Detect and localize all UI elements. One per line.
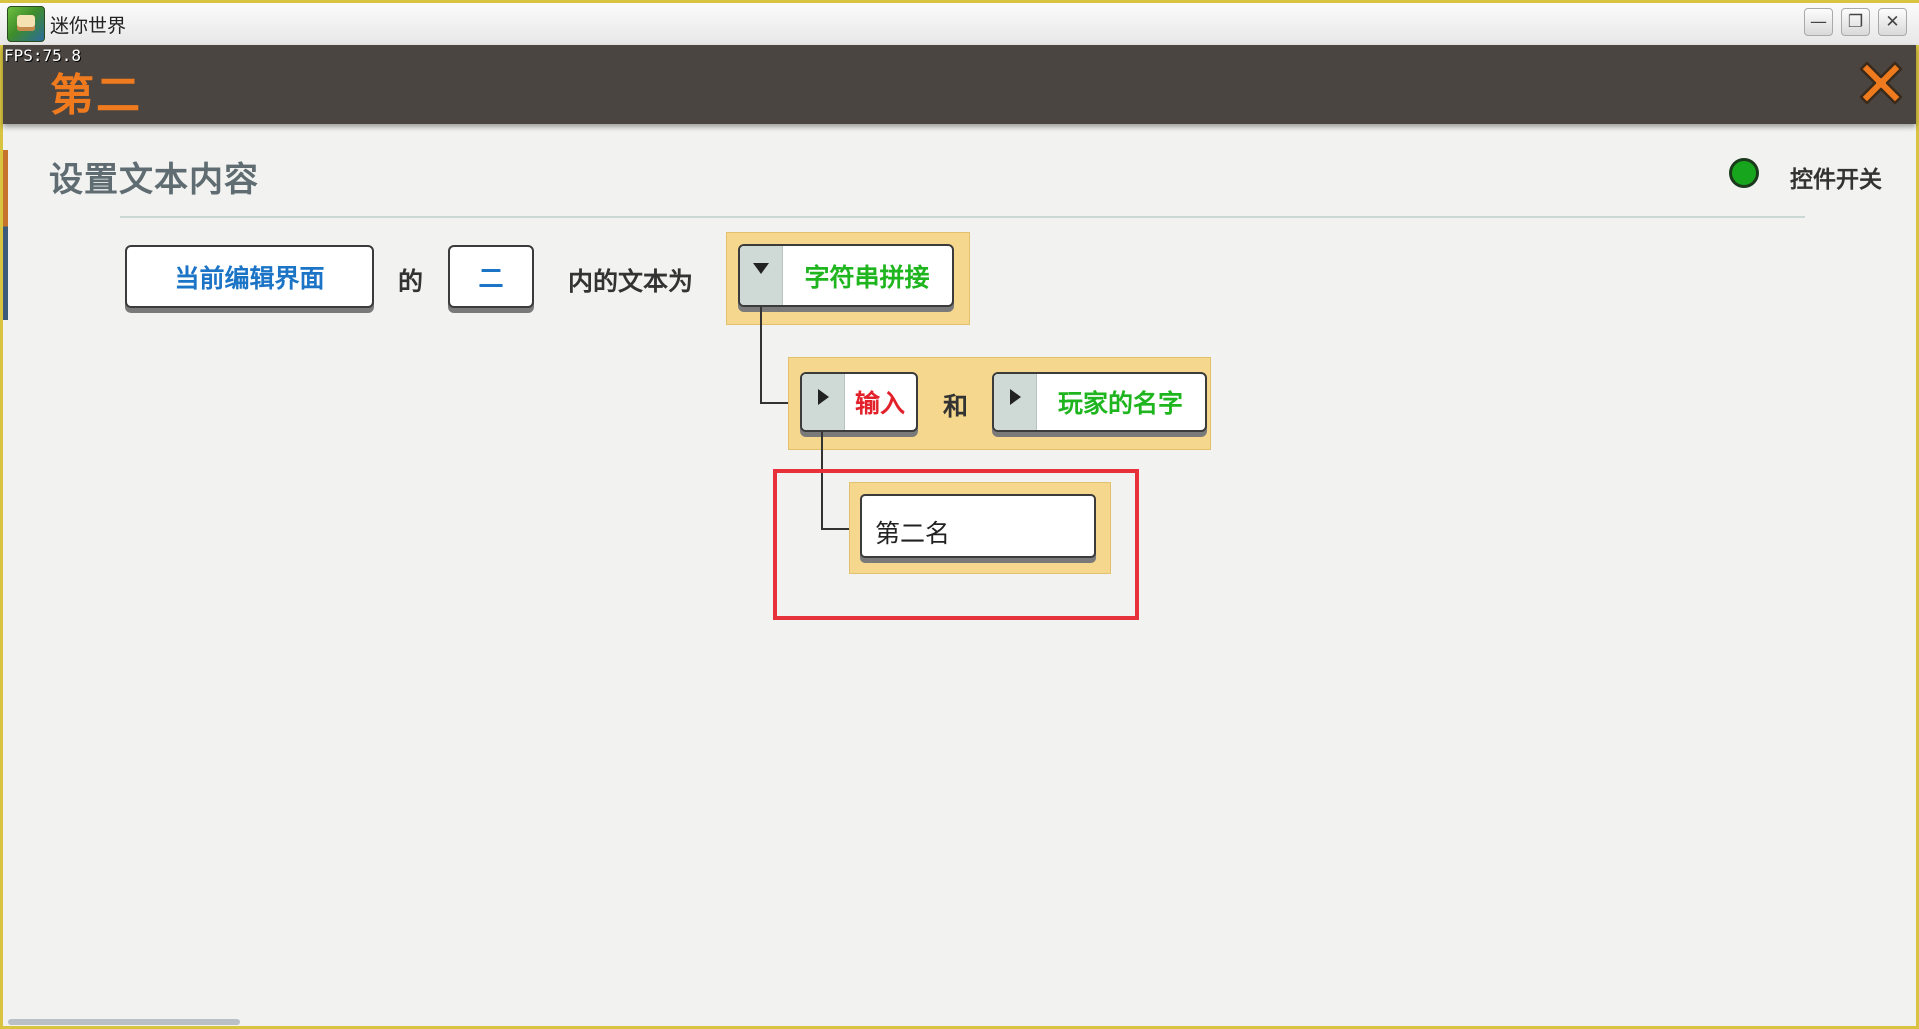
ui-target-label: 当前编辑界面: [174, 263, 325, 293]
page-heading: 设置文本内容: [49, 160, 259, 200]
expand-cell[interactable]: [994, 374, 1037, 430]
horizontal-scrollbar[interactable]: [8, 1019, 240, 1025]
fps-counter: FPS:75.8: [4, 46, 82, 65]
caret-right-icon: [1010, 389, 1021, 405]
expand-cell[interactable]: [802, 374, 845, 430]
text-is-label: 内的文本为: [568, 267, 694, 296]
player-name-block[interactable]: 玩家的名字: [992, 372, 1207, 432]
window-close-button[interactable]: ✕: [1878, 8, 1907, 36]
caret-right-icon: [818, 389, 829, 405]
minimize-button[interactable]: —: [1804, 8, 1833, 36]
caret-down-icon: [753, 263, 769, 274]
of-word: 的: [398, 267, 424, 296]
element-name-label: 二: [478, 263, 504, 293]
app-logo-icon: [7, 6, 45, 42]
input-block[interactable]: 输入: [800, 372, 918, 432]
side-tab-strip: [3, 150, 8, 320]
concat-label: 字符串拼接: [804, 262, 930, 292]
selection-highlight: [773, 469, 1139, 620]
page-header: 第二: [3, 45, 1916, 124]
divider: [120, 216, 1805, 218]
close-x-icon[interactable]: [1853, 55, 1909, 111]
control-toggle[interactable]: [1729, 158, 1759, 188]
input-label: 输入: [854, 389, 905, 418]
dropdown-cell[interactable]: [740, 246, 783, 305]
maximize-button[interactable]: ❐: [1841, 8, 1870, 36]
player-name-label: 玩家的名字: [1057, 389, 1183, 418]
element-name-button[interactable]: 二: [448, 245, 534, 308]
connector-line: [760, 307, 762, 404]
window-titlebar: 迷你世界 — ❐ ✕: [0, 0, 1919, 45]
header-title: 第二: [50, 70, 142, 121]
window-title: 迷你世界: [50, 15, 127, 37]
concat-block[interactable]: 字符串拼接: [738, 244, 954, 307]
and-word: 和: [943, 392, 969, 421]
ui-target-button[interactable]: 当前编辑界面: [125, 245, 374, 308]
control-toggle-label: 控件开关: [1790, 167, 1882, 193]
